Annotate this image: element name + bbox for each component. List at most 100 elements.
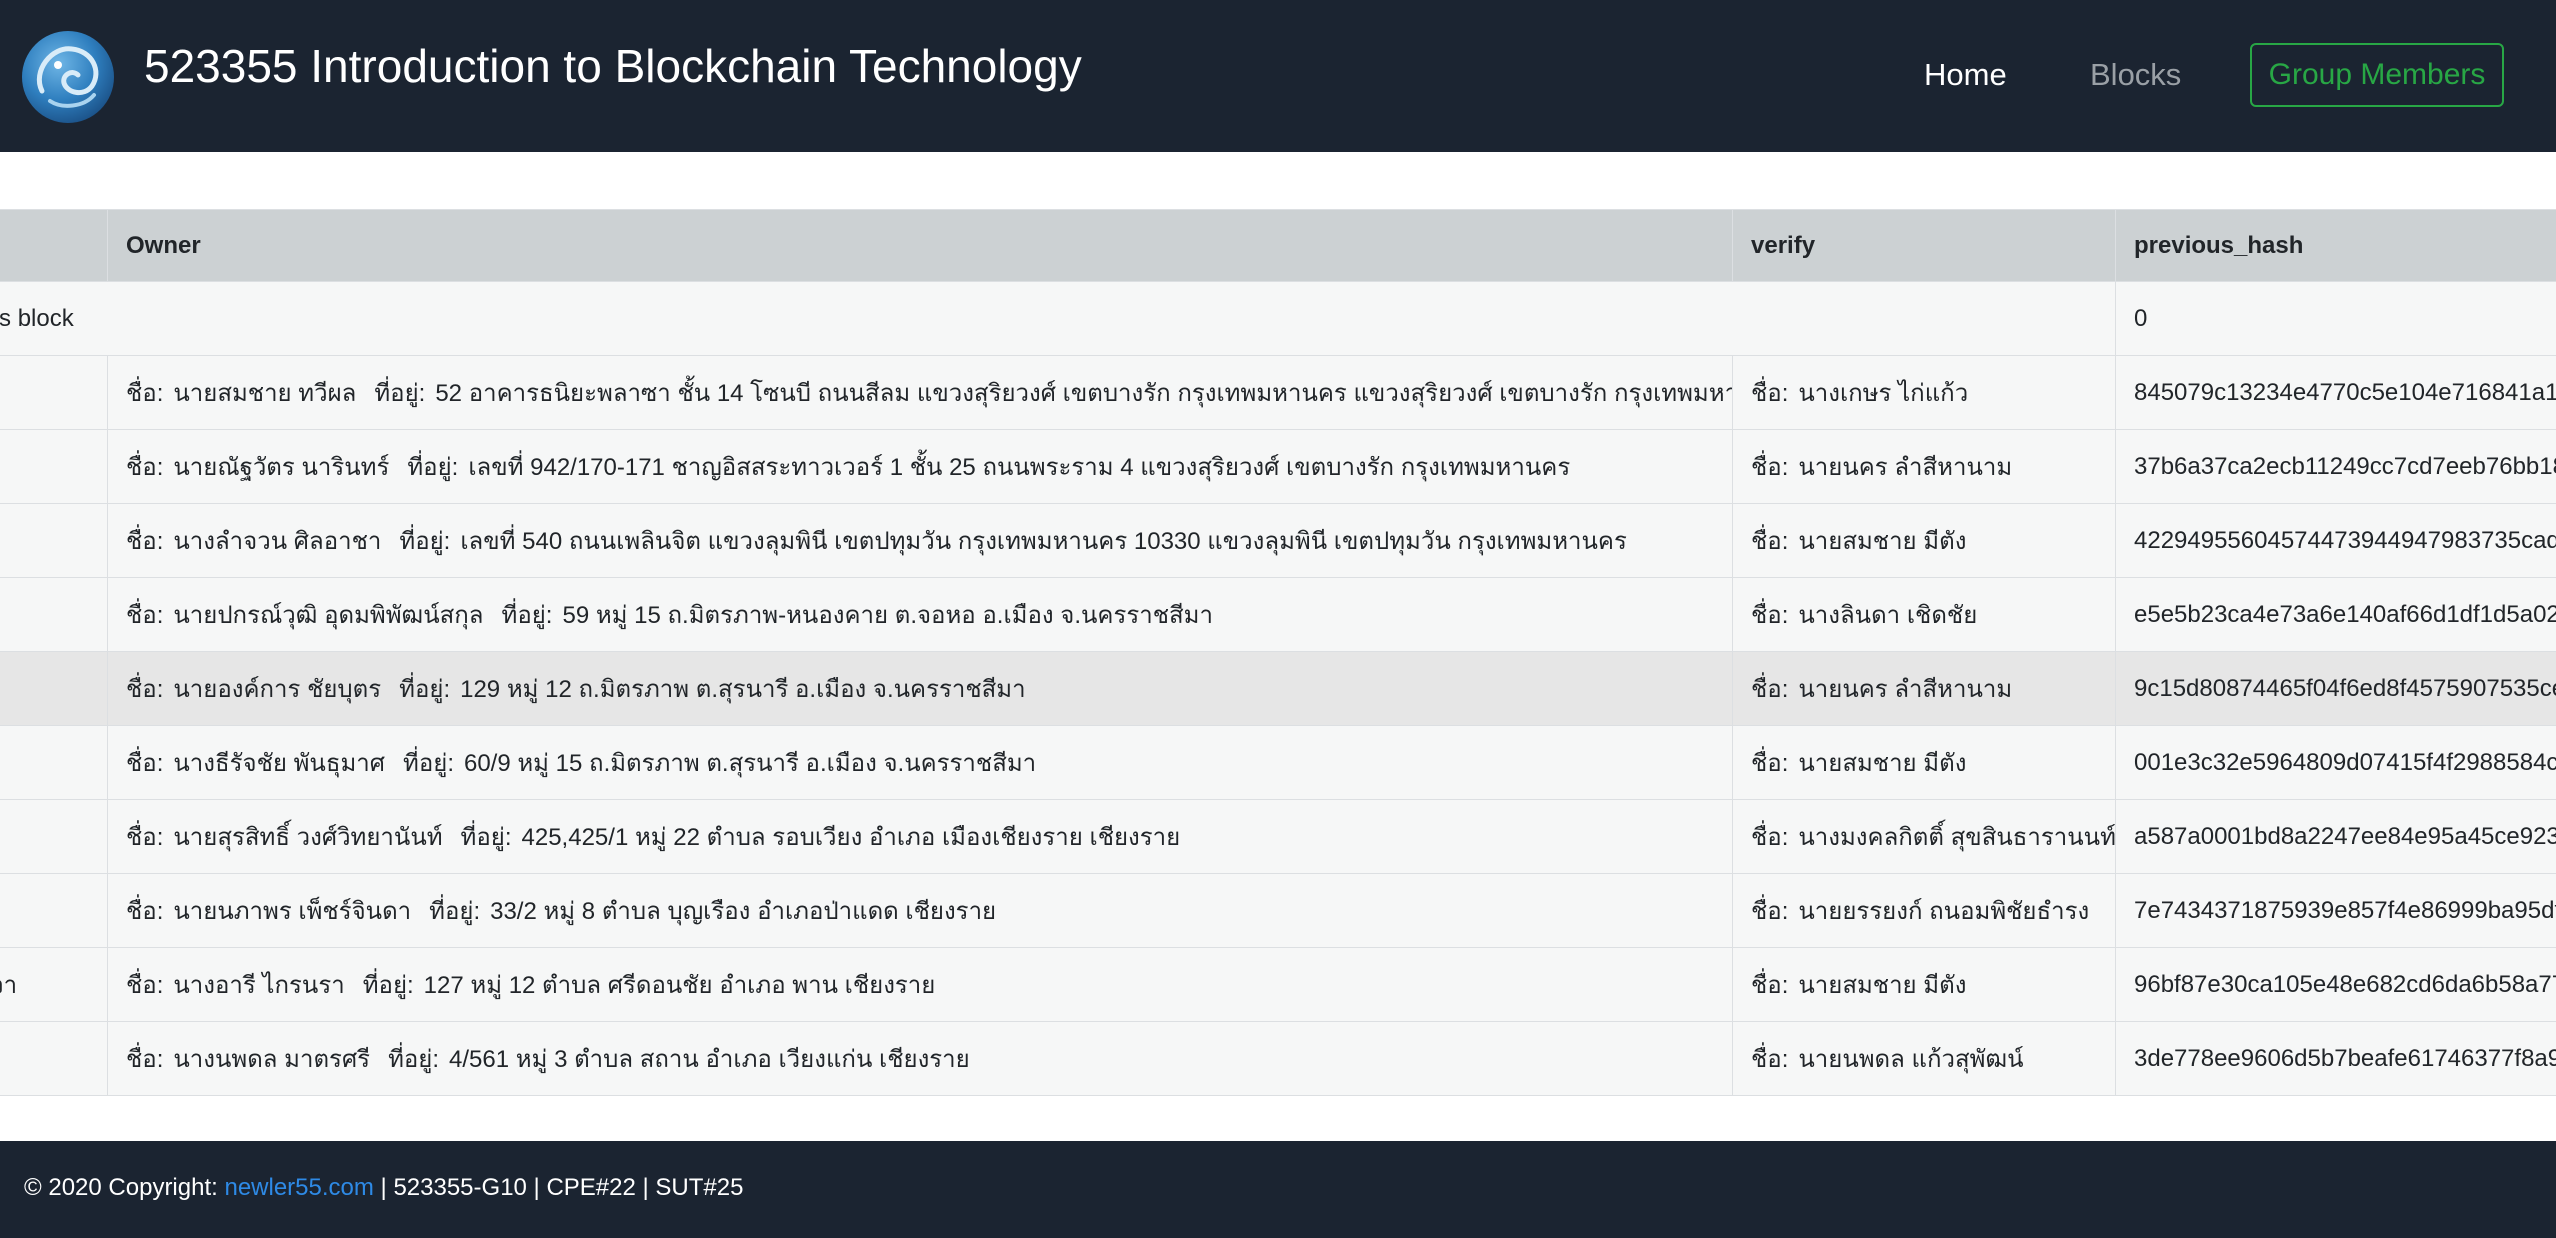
owner-address: 52 อาคารธนิยะพลาซา ชั้น 14 โซนบี ถนนสีลม…: [435, 380, 1733, 407]
owner-name: นางธีรัจชัย พันธุมาศ: [173, 750, 386, 777]
owner-address-label: ที่อยู่:: [399, 528, 451, 555]
owner-address: 4/561 หมู่ 3 ตำบล สถาน อำเภอ เวียงแก่น เ…: [449, 1046, 970, 1073]
owner-cell: ชื่อ: นางนพดล มาตรศรี ที่อยู่: 4/561 หมู่ 3…: [107, 1021, 1733, 1096]
footer: © 2020 Copyright: newler55.com | 523355-…: [0, 1141, 2556, 1238]
verify-name-label: ชื่อ:: [1751, 1046, 1789, 1073]
table-row: รางวา ชื่อ: นางธีรัจชัย พันธุมาศ ที่อยู่: 60…: [0, 725, 2556, 800]
blocks-table: Owner verify previous_hash Genesis block…: [0, 209, 2556, 1096]
owner-name: นายปกรณ์วุฒิ อุดมพิพัฒน์สกุล: [173, 602, 484, 629]
verify-cell: ชื่อ: นายสมชาย มีตัง: [1732, 725, 2116, 800]
owner-address: เลขที่ 540 ถนนเพลินจิต แขวงลุมพินี เขตปท…: [460, 528, 1627, 555]
owner-name: นางอารี ไกรนรา: [173, 972, 345, 999]
row-size-cell: ราวา: [0, 577, 108, 652]
brand-title[interactable]: 523355 Introduction to Blockchain Techno…: [144, 38, 1082, 94]
verify-name: นายนคร ลำสีหานาม: [1798, 676, 2013, 703]
blocks-table-container[interactable]: Owner verify previous_hash Genesis block…: [0, 209, 2556, 1097]
row-size-cell: ตารางวา: [0, 947, 108, 1022]
table-row: า ชื่อ: นางลำจวน ศิลอาชา ที่อยู่: เลขที่ 540…: [0, 503, 2556, 578]
verify-cell: ชื่อ: นายนพดล แก้วสุพัฒน์: [1732, 1021, 2116, 1096]
column-header-verify: verify: [1732, 209, 2116, 282]
row-size-cell: รางวา: [0, 651, 108, 726]
verify-cell: ชื่อ: นายนคร ลำสีหานาม: [1732, 651, 2116, 726]
genesis-row: Genesis block 0: [0, 281, 2556, 356]
genesis-label: Genesis block: [0, 281, 2116, 356]
verify-name: นายนคร ลำสีหานาม: [1798, 454, 2013, 481]
owner-address-label: ที่อยู่:: [374, 380, 426, 407]
owner-address: 425,425/1 หมู่ 22 ตำบล รอบเวียง อำเภอ เม…: [521, 824, 1181, 851]
owner-cell: ชื่อ: นายนภาพร เพ็ชร์จินดา ที่อยู่: 33/2 หม…: [107, 873, 1733, 948]
row-size-cell: วา: [0, 355, 108, 430]
owner-name: นายนภาพร เพ็ชร์จินดา: [173, 898, 412, 925]
column-header-previous-hash: previous_hash: [2115, 209, 2556, 282]
row-size-cell: รางวา: [0, 725, 108, 800]
table-row: วา ชื่อ: นายสมชาย ทวีผล ที่อยู่: 52 อาคารธนิ…: [0, 355, 2556, 430]
owner-address-label: ที่อยู่:: [429, 898, 481, 925]
owner-cell: ชื่อ: นายองค์การ ชัยบุตร ที่อยู่: 129 หมู่ …: [107, 651, 1733, 726]
verify-name-label: ชื่อ:: [1751, 676, 1789, 703]
owner-name-label: ชื่อ:: [126, 380, 164, 407]
owner-name: นายสุรสิทธิ์ วงศ์วิทยานันท์: [173, 824, 443, 851]
owner-cell: ชื่อ: นางอารี ไกรนรา ที่อยู่: 127 หมู่ 12 ต…: [107, 947, 1733, 1022]
owner-address: เลขที่ 942/170-171 ชาญอิสสระทาวเวอร์ 1 ช…: [468, 454, 1571, 481]
owner-address-label: ที่อยู่:: [403, 750, 454, 777]
verify-cell: ชื่อ: นางมงคลกิตติ์ สุขสินธารานนท์: [1732, 799, 2116, 874]
nav-blocks-link[interactable]: Blocks: [2090, 52, 2181, 98]
row-size-cell: วา: [0, 873, 108, 948]
table-row: งวา ชื่อ: นางนพดล มาตรศรี ที่อยู่: 4/561 หมู…: [0, 1021, 2556, 1096]
previous-hash-cell: 001e3c32e5964809d07415f4f2988584c: [2115, 725, 2556, 800]
verify-cell: ชื่อ: นายสมชาย มีตัง: [1732, 947, 2116, 1022]
owner-name-label: ชื่อ:: [126, 676, 164, 703]
owner-name-label: ชื่อ:: [126, 898, 164, 925]
row-size-cell: งวา: [0, 1021, 108, 1096]
owner-cell: ชื่อ: นายสุรสิทธิ์ วงศ์วิทยานันท์ ที่อยู่:…: [107, 799, 1733, 874]
previous-hash-cell: 42294955604574473944947983735cad: [2115, 503, 2556, 578]
owner-address: 59 หมู่ 15 ถ.มิตรภาพ-หนองคาย ต.จอหอ อ.เม…: [562, 602, 1213, 629]
previous-hash-cell: 3de778ee9606d5b7beafe61746377f8a9: [2115, 1021, 2556, 1096]
verify-name-label: ชื่อ:: [1751, 972, 1789, 999]
verify-name-label: ชื่อ:: [1751, 750, 1789, 777]
owner-name: นายสมชาย ทวีผล: [173, 380, 357, 407]
nav-home-link[interactable]: Home: [1924, 52, 2007, 98]
column-header: [0, 209, 108, 282]
previous-hash-cell: 37b6a37ca2ecb11249cc7cd7eeb76bb18: [2115, 429, 2556, 504]
owner-name-label: ชื่อ:: [126, 750, 164, 777]
previous-hash-cell: 7e7434371875939e857f4e86999ba95df: [2115, 873, 2556, 948]
table-row: ชื่อ: นายสุรสิทธิ์ วงศ์วิทยานันท์ ที่อยู่:…: [0, 799, 2556, 874]
owner-address-label: ที่อยู่:: [362, 972, 414, 999]
verify-name: นายสมชาย มีตัง: [1798, 750, 1967, 777]
owner-name: นางนพดล มาตรศรี: [173, 1046, 371, 1073]
logo-icon[interactable]: [22, 31, 114, 123]
verify-name-label: ชื่อ:: [1751, 602, 1789, 629]
owner-address-label: ที่อยู่:: [407, 454, 459, 481]
owner-cell: ชื่อ: นายสมชาย ทวีผล ที่อยู่: 52 อาคารธนิยะ…: [107, 355, 1733, 430]
verify-name: นายยรรยงก์ ถนอมพิชัยธำรง: [1798, 898, 2090, 925]
table-row: วา ชื่อ: นายณัฐวัตร นารินทร์ ที่อยู่: เลขที่…: [0, 429, 2556, 504]
table-header-row: Owner verify previous_hash: [0, 209, 2556, 282]
navbar: 523355 Introduction to Blockchain Techno…: [0, 0, 2556, 152]
owner-name-label: ชื่อ:: [126, 1046, 164, 1073]
verify-name-label: ชื่อ:: [1751, 380, 1789, 407]
owner-name-label: ชื่อ:: [126, 454, 164, 481]
group-members-button[interactable]: Group Members: [2250, 43, 2504, 107]
previous-hash-cell: e5e5b23ca4e73a6e140af66d1df1d5a02: [2115, 577, 2556, 652]
verify-name: นางลินดา เชิดชัย: [1798, 602, 1978, 629]
verify-cell: ชื่อ: นายสมชาย มีตัง: [1732, 503, 2116, 578]
owner-address: 127 หมู่ 12 ตำบล ศรีดอนชัย อำเภอ พาน เชี…: [423, 972, 936, 999]
verify-name: นางเกษร ไก่แก้ว: [1798, 380, 1969, 407]
owner-address: 33/2 หมู่ 8 ตำบล บุญเรือง อำเภอป่าแดด เช…: [490, 898, 997, 925]
verify-name-label: ชื่อ:: [1751, 454, 1789, 481]
verify-name: นางมงคลกิตติ์ สุขสินธารานนท์: [1798, 824, 2116, 851]
table-row: วา ชื่อ: นายนภาพร เพ็ชร์จินดา ที่อยู่: 33/2 …: [0, 873, 2556, 948]
owner-cell: ชื่อ: นางลำจวน ศิลอาชา ที่อยู่: เลขที่ 540 …: [107, 503, 1733, 578]
table-row: ตารางวา ชื่อ: นางอารี ไกรนรา ที่อยู่: 127 หม…: [0, 947, 2556, 1022]
owner-cell: ชื่อ: นายปกรณ์วุฒิ อุดมพิพัฒน์สกุล ที่อยู่…: [107, 577, 1733, 652]
verify-name: นายสมชาย มีตัง: [1798, 528, 1967, 555]
footer-suffix: | 523355-G10 | CPE#22 | SUT#25: [373, 1174, 744, 1201]
verify-cell: ชื่อ: นายนคร ลำสีหานาม: [1732, 429, 2116, 504]
owner-address-label: ที่อยู่:: [388, 1046, 440, 1073]
verify-name-label: ชื่อ:: [1751, 528, 1789, 555]
owner-address-label: ที่อยู่:: [460, 824, 512, 851]
owner-address-label: ที่อยู่:: [501, 602, 553, 629]
footer-link[interactable]: newler55.com: [224, 1174, 373, 1201]
owner-name: นางลำจวน ศิลอาชา: [173, 528, 382, 555]
